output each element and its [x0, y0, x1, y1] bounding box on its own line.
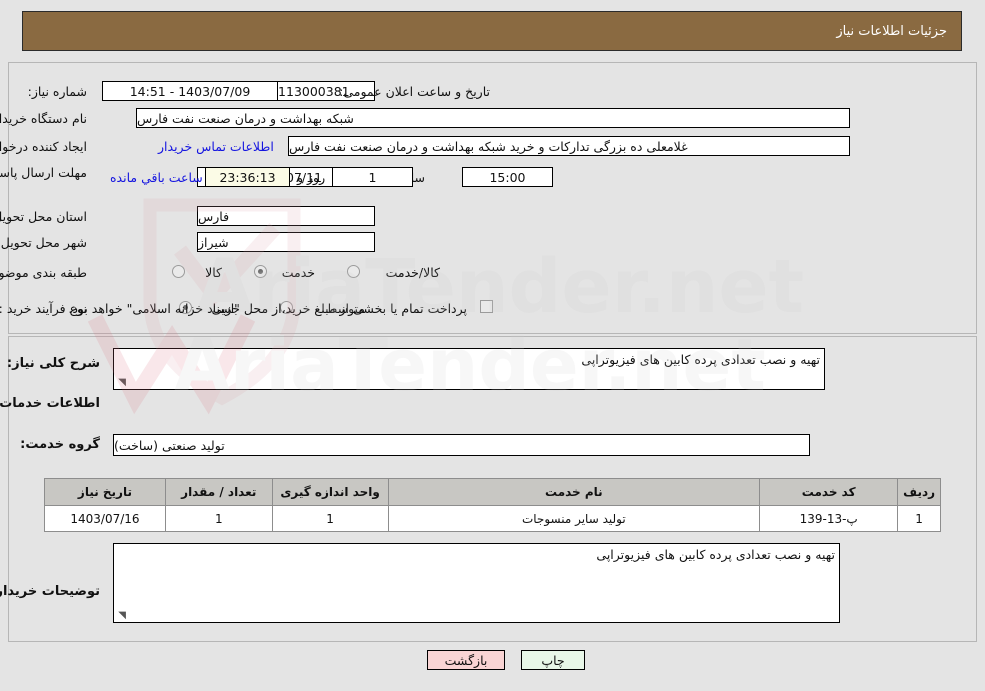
cell-service-code: پ-13-139 [759, 505, 899, 532]
category-option-label-2: کالا/خدمت [385, 265, 440, 280]
col-quantity: تعداد / مقدار [164, 478, 273, 506]
category-radio-kala[interactable] [172, 265, 185, 278]
table-row: 1 پ-13-139 تولید سایر منسوجات 1 1 1403/0… [44, 505, 941, 532]
service-group-label: گروه خدمت: [20, 437, 100, 452]
col-radif: ردیف [897, 478, 941, 506]
province-value: فارس [197, 206, 375, 226]
cell-quantity: 1 [164, 505, 273, 532]
col-need-date: تاریخ نیاز [44, 478, 166, 506]
cell-service-name: تولید سایر منسوجات [387, 505, 761, 532]
deadline-days-label: روز و [297, 170, 326, 185]
buyer-org-value: شبکه بهداشت و درمان صنعت نفت فارس [136, 108, 850, 128]
col-service-code: کد خدمت [759, 478, 899, 506]
need-summary-panel [8, 62, 977, 334]
category-radio-kala-khedmat[interactable] [347, 265, 360, 278]
city-label: شهر محل تحویل: [0, 235, 87, 250]
deadline-countdown-label: ساعت باقي مانده [110, 170, 203, 185]
requester-label: ایجاد کننده درخواست: [0, 139, 87, 154]
buyer-notes-label: توضیحات خریدار: [0, 584, 100, 599]
page-root: AriaTender.net AriaTender.net جزئیات اطل… [0, 0, 985, 691]
general-description-label: شرح کلی نیاز: [6, 356, 100, 371]
province-label: استان محل تحویل: [0, 209, 87, 224]
services-heading: اطلاعات خدمات مورد نیاز [0, 396, 100, 411]
resize-grip-icon[interactable]: ◥ [116, 611, 126, 621]
col-service-name: نام خدمت [387, 478, 761, 506]
announce-datetime-value: 1403/07/09 - 14:51 [102, 81, 278, 101]
col-unit: واحد اندازه گیری [271, 478, 389, 506]
service-items-table: ردیف کد خدمت نام خدمت واحد اندازه گیری ت… [44, 478, 941, 532]
deadline-countdown-value: 23:36:13 [205, 167, 290, 187]
buyer-org-label: نام دستگاه خریدار: [0, 111, 87, 126]
requester-value: غلامعلی ده بزرگی تدارکات و خرید شبکه بهد… [288, 136, 850, 156]
page-title: جزئیات اطلاعات نیاز [836, 23, 947, 39]
buyer-contact-link[interactable]: اطلاعات تماس خریدار [158, 139, 274, 154]
cell-unit: 1 [271, 505, 389, 532]
announce-datetime-label: تاریخ و ساعت اعلان عمومی: [339, 84, 490, 99]
general-description-value: تهیه و نصب تعدادی پرده کابین های فیزیوتر… [581, 352, 820, 367]
category-option-label-0: کالا [205, 265, 222, 280]
need-number-label: شماره نیاز: [27, 84, 87, 99]
table-header-row: ردیف کد خدمت نام خدمت واحد اندازه گیری ت… [44, 478, 941, 506]
buyer-notes-textarea[interactable]: تهیه و نصب تعدادی پرده کابین های فیزیوتر… [113, 543, 840, 623]
deadline-days-value: 1 [332, 167, 413, 187]
category-label: طبقه بندی موضوعی: [0, 265, 87, 280]
cell-radif: 1 [897, 505, 941, 532]
cell-need-date: 1403/07/16 [44, 505, 166, 532]
treasury-bond-label: پرداخت تمام یا بخشی از مبلغ خرید،از محل … [68, 301, 467, 316]
back-button[interactable]: بازگشت [427, 650, 505, 670]
general-description-textarea[interactable]: تهیه و نصب تعدادی پرده کابین های فیزیوتر… [113, 348, 825, 390]
buyer-notes-value: تهیه و نصب تعدادی پرده کابین های فیزیوتر… [596, 547, 835, 562]
category-option-label-1: خدمت [281, 265, 315, 280]
deadline-hour-value: 15:00 [462, 167, 553, 187]
treasury-bond-checkbox[interactable] [480, 300, 493, 313]
service-group-value: تولید صنعتی (ساخت) [113, 434, 810, 456]
deadline-label: مهلت ارسال پاسخ: تا تاریخ: [0, 165, 87, 180]
category-radio-khedmat[interactable] [254, 265, 267, 278]
resize-grip-icon[interactable]: ◥ [116, 378, 126, 388]
city-value: شیراز [197, 232, 375, 252]
window-title-bar: جزئیات اطلاعات نیاز [22, 11, 962, 51]
print-button[interactable]: چاپ [521, 650, 585, 670]
